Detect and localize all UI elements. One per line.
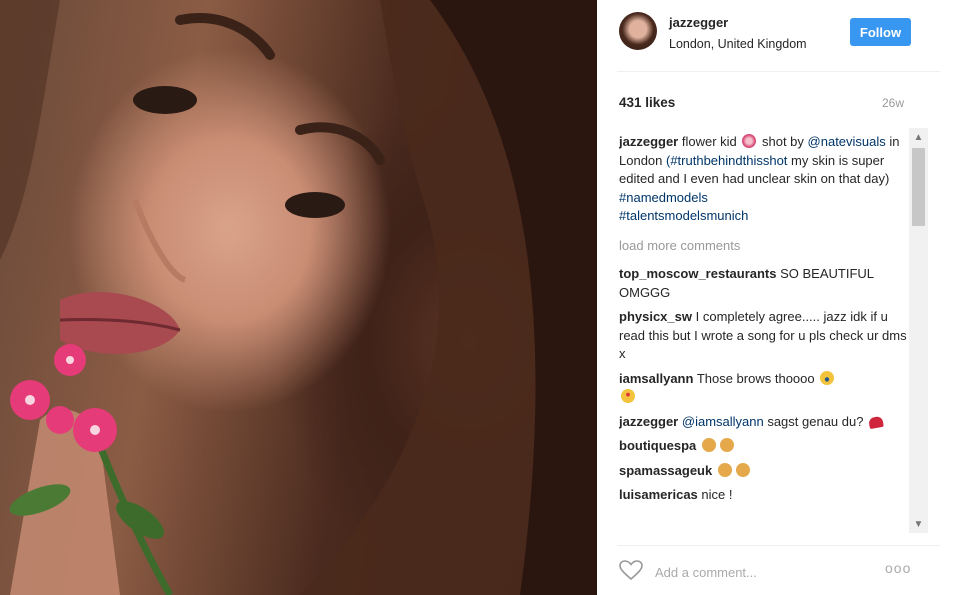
post-caption: jazzegger flower kid shot by @natevisual… — [619, 133, 907, 226]
caption-text: shot by — [758, 134, 808, 149]
comment-username[interactable]: physicx_sw — [619, 309, 692, 324]
comment-item: physicx_sw I completely agree..... jazz … — [619, 308, 907, 364]
heart-emoji-icon — [868, 415, 884, 429]
comment-item: jazzegger @iamsallyann sagst genau du? — [619, 413, 907, 432]
caption-text: flower kid — [678, 134, 741, 149]
ok-hand-emoji-icon — [735, 462, 750, 477]
screaming-face-emoji-icon — [820, 370, 835, 385]
comment-username[interactable]: luisamericas — [619, 487, 698, 502]
caption-mention[interactable]: @natevisuals — [808, 134, 886, 149]
post-side-panel: jazzegger London, United Kingdom Follow … — [597, 0, 960, 595]
photo-illustration — [0, 0, 597, 595]
comment-text: nice ! — [697, 487, 733, 502]
like-heart-icon[interactable] — [619, 560, 643, 581]
scroll-up-arrow-icon[interactable]: ▲ — [909, 128, 928, 146]
scroll-down-arrow-icon[interactable]: ▼ — [909, 515, 928, 533]
comment-username[interactable]: jazzegger — [619, 414, 678, 429]
instagram-post-window: jazzegger London, United Kingdom Follow … — [0, 0, 960, 595]
post-location[interactable]: London, United Kingdom — [669, 37, 807, 51]
comment-mention[interactable]: @iamsallyann — [682, 414, 764, 429]
caption-username[interactable]: jazzegger — [619, 134, 678, 149]
likes-count[interactable]: 431 likes — [619, 95, 675, 110]
ok-hand-emoji-icon — [701, 438, 716, 452]
ok-hand-emoji-icon — [717, 462, 732, 477]
comment-item: top_moscow_restaurants SO BEAUTIFUL OMGG… — [619, 265, 907, 302]
follow-button[interactable]: Follow — [850, 18, 911, 46]
post-time[interactable]: 26w — [882, 96, 904, 110]
comment-item: spamassageuk — [619, 462, 907, 481]
ok-hand-emoji-icon — [719, 438, 734, 452]
load-more-comments-link[interactable]: load more comments — [619, 237, 907, 256]
comment-text — [712, 463, 716, 478]
caption-hashtag[interactable]: #namedmodels — [619, 190, 708, 205]
comment-item: luisamericas nice ! — [619, 486, 907, 505]
scrollbar-thumb[interactable] — [912, 148, 925, 226]
heart-eyes-emoji-icon — [621, 389, 635, 403]
comment-text — [696, 438, 700, 453]
comments-list: jazzegger flower kid shot by @natevisual… — [619, 133, 907, 535]
post-username[interactable]: jazzegger — [669, 15, 728, 30]
add-comment-input[interactable] — [653, 561, 857, 583]
caption-hashtag[interactable]: #talentsmodelsmunich — [619, 208, 748, 223]
header-divider — [617, 71, 940, 72]
comment-username[interactable]: top_moscow_restaurants — [619, 266, 777, 281]
comment-text: sagst genau du? — [763, 413, 868, 429]
comment-item: boutiquespa — [619, 437, 907, 456]
comment-text: Those brows thoooo — [693, 370, 819, 386]
comment-item: iamsallyann Those brows thoooo — [619, 370, 907, 407]
comment-username[interactable]: boutiquespa — [619, 438, 696, 453]
avatar[interactable] — [619, 12, 657, 50]
comments-scrollbar[interactable]: ▲ ▼ — [909, 128, 928, 533]
caption-hashtag[interactable]: (#truthbehindthisshot — [666, 153, 787, 168]
comment-username[interactable]: spamassageuk — [619, 463, 712, 478]
footer-divider — [617, 545, 940, 546]
more-options-button[interactable]: ooo — [885, 560, 911, 576]
comment-username[interactable]: iamsallyann — [619, 371, 693, 386]
flower-emoji-icon — [742, 134, 757, 148]
post-photo[interactable] — [0, 0, 597, 595]
